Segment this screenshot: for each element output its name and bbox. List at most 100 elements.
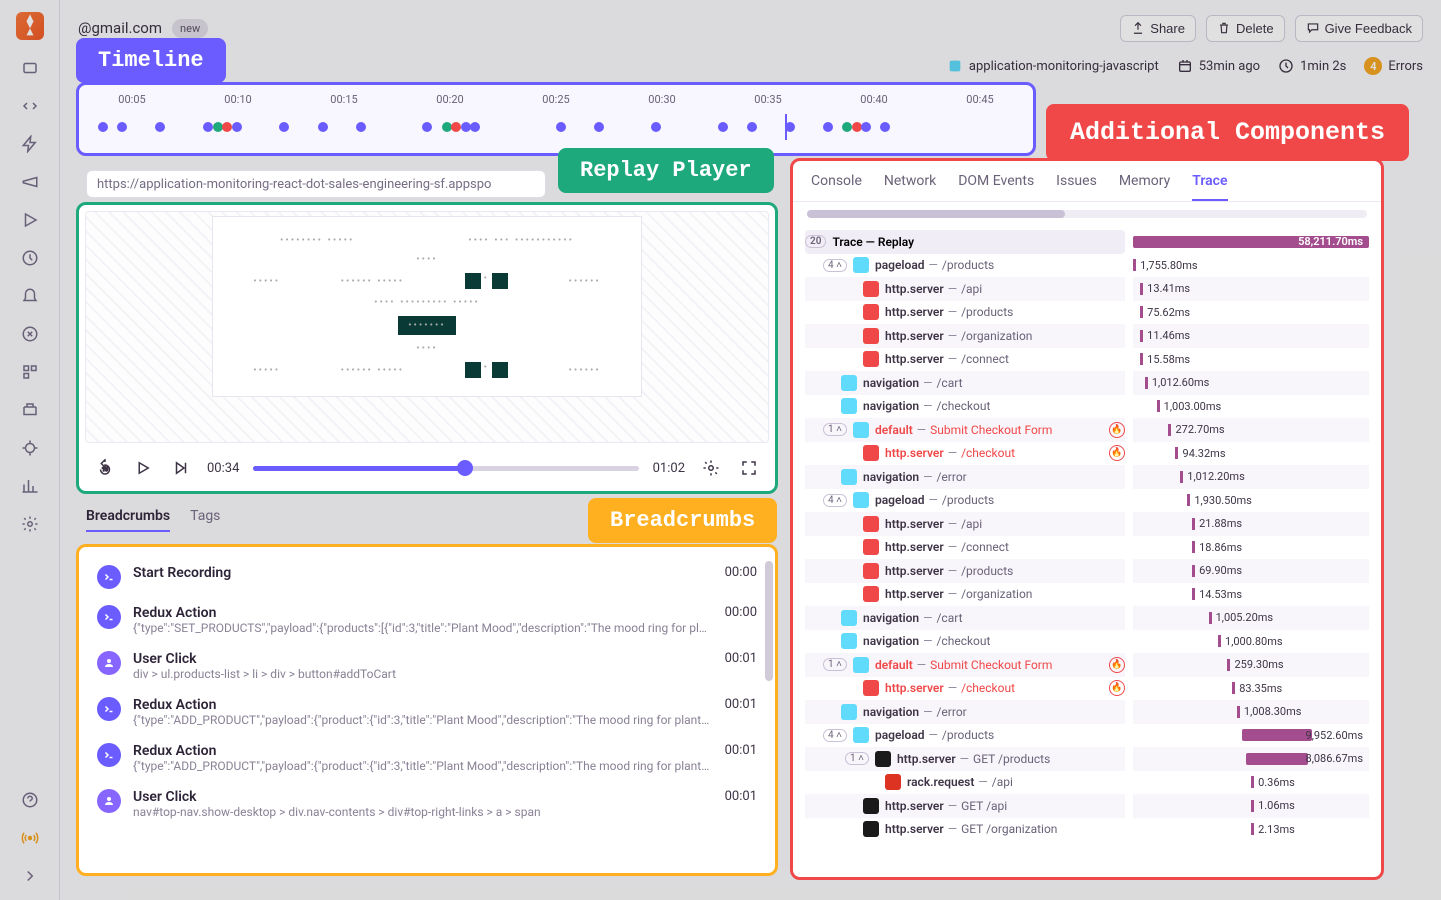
trace-row[interactable]: navigation—/cart [805, 371, 1125, 395]
trace-row[interactable]: http.server—/products [805, 559, 1125, 583]
timeline-event-dot[interactable] [222, 122, 232, 132]
share-button[interactable]: Share [1120, 15, 1196, 42]
trace-h-scroll[interactable] [807, 210, 1367, 218]
side-tab-memory[interactable]: Memory [1119, 173, 1170, 189]
delete-button[interactable]: Delete [1206, 15, 1285, 42]
trace-row[interactable]: http.server—/organization [805, 583, 1125, 607]
breadcrumb-row[interactable]: User Clickdiv > ul.products-list > li > … [91, 643, 763, 689]
trace-row[interactable]: navigation—/error [805, 465, 1125, 489]
breadcrumb-time: 00:00 [725, 605, 757, 635]
breadcrumb-row[interactable]: Start Recording00:00 [91, 557, 763, 597]
timeline-event-dot[interactable] [861, 122, 871, 132]
megaphone-icon[interactable] [20, 172, 40, 192]
timeline-event-dot[interactable] [461, 122, 471, 132]
player-settings-button[interactable] [699, 456, 723, 480]
timeline-event-dot[interactable] [98, 122, 108, 132]
rewind-10-button[interactable]: 10 [93, 456, 117, 480]
help-icon[interactable] [20, 790, 40, 810]
timeline-event-dot[interactable] [442, 122, 452, 132]
timeline-event-dot[interactable] [470, 122, 480, 132]
broadcast-icon[interactable] [20, 828, 40, 848]
side-tab-network[interactable]: Network [884, 173, 936, 189]
discover-icon[interactable] [20, 324, 40, 344]
timeline-event-dot[interactable] [842, 122, 852, 132]
trace-row[interactable]: 1 ˄default—Submit Checkout Form🔥 [805, 653, 1125, 677]
trace-row[interactable]: http.server—/organization [805, 324, 1125, 348]
trace-row[interactable]: http.server—GET /organization [805, 818, 1125, 842]
breadcrumb-row[interactable]: Redux Action{"type":"ADD_PRODUCT","paylo… [91, 689, 763, 735]
trace-row[interactable]: 1 ˄http.server—GET /products [805, 747, 1125, 771]
timeline-event-dot[interactable] [747, 122, 757, 132]
debug-icon[interactable] [20, 438, 40, 458]
timeline-event-dot[interactable] [117, 122, 127, 132]
side-tab-trace[interactable]: Trace [1192, 173, 1227, 201]
side-tab-console[interactable]: Console [811, 173, 862, 189]
side-tab-issues[interactable]: Issues [1056, 173, 1097, 189]
tab-tags[interactable]: Tags [190, 508, 220, 532]
timeline-event-dot[interactable] [785, 122, 795, 132]
timeline-event-dot[interactable] [318, 122, 328, 132]
projects-icon[interactable] [20, 58, 40, 78]
settings-icon[interactable] [20, 514, 40, 534]
trace-row[interactable]: 4 ˄pageload—/products [805, 489, 1125, 513]
trace-row[interactable]: navigation—/cart [805, 606, 1125, 630]
code-icon[interactable] [20, 96, 40, 116]
timeline-event-dot[interactable] [718, 122, 728, 132]
bolt-icon[interactable] [20, 134, 40, 154]
timeline-event-dot[interactable] [213, 122, 223, 132]
trace-row[interactable]: http.server—/checkout🔥 [805, 677, 1125, 701]
timeline-event-dot[interactable] [451, 122, 461, 132]
trace-row[interactable]: 1 ˄default—Submit Checkout Form🔥 [805, 418, 1125, 442]
trace-duration-bar: 1,012.20ms [1133, 465, 1369, 489]
trace-row[interactable]: http.server—/connect [805, 348, 1125, 372]
fullscreen-button[interactable] [737, 456, 761, 480]
timeline-event-dot[interactable] [203, 122, 213, 132]
feedback-button[interactable]: Give Feedback [1295, 15, 1423, 42]
trace-row[interactable]: http.server—/checkout🔥 [805, 442, 1125, 466]
releases-icon[interactable] [20, 400, 40, 420]
timeline-event-dot[interactable] [823, 122, 833, 132]
trace-row[interactable]: navigation—/checkout [805, 630, 1125, 654]
timeline-event-dot[interactable] [556, 122, 566, 132]
scrollbar[interactable] [765, 561, 773, 681]
breadcrumb-title: Redux Action [133, 743, 713, 759]
timeline-event-dot[interactable] [880, 122, 890, 132]
trace-row[interactable]: http.server—/connect [805, 536, 1125, 560]
trace-row[interactable]: 4 ˄pageload—/products [805, 254, 1125, 278]
breadcrumb-row[interactable]: User Clicknav#top-nav.show-desktop > div… [91, 781, 763, 827]
trace-header-bar: 58,211.70ms [1133, 230, 1369, 254]
timeline-event-dot[interactable] [852, 122, 862, 132]
app-logo[interactable] [16, 12, 44, 40]
breadcrumb-time: 00:01 [725, 743, 757, 773]
timeline-event-dot[interactable] [422, 122, 432, 132]
trace-row[interactable]: http.server—GET /api [805, 794, 1125, 818]
breadcrumb-row[interactable]: Redux Action{"type":"ADD_PRODUCT","paylo… [91, 735, 763, 781]
side-tab-dom-events[interactable]: DOM Events [958, 173, 1034, 189]
timeline-event-dot[interactable] [594, 122, 604, 132]
breadcrumb-row[interactable]: Redux Action{"type":"SET_PRODUCTS","payl… [91, 597, 763, 643]
alert-icon[interactable] [20, 286, 40, 306]
tab-breadcrumbs[interactable]: Breadcrumbs [86, 508, 170, 532]
play-button[interactable] [131, 456, 155, 480]
timeline-event-dot[interactable] [651, 122, 661, 132]
trace-duration-bar: 259.30ms [1133, 653, 1369, 677]
trace-row[interactable]: http.server—/api [805, 512, 1125, 536]
trace-row[interactable]: navigation—/error [805, 700, 1125, 724]
collapse-icon[interactable] [20, 866, 40, 886]
fire-icon: 🔥 [1109, 445, 1125, 461]
trace-row[interactable]: navigation—/checkout [805, 395, 1125, 419]
dashboards-icon[interactable] [20, 362, 40, 382]
timeline-event-dot[interactable] [356, 122, 366, 132]
timeline-event-dot[interactable] [155, 122, 165, 132]
clock-icon[interactable] [20, 248, 40, 268]
stats-icon[interactable] [20, 476, 40, 496]
timeline-event-dot[interactable] [232, 122, 242, 132]
trace-row[interactable]: http.server—/api [805, 277, 1125, 301]
trace-row[interactable]: 4 ˄pageload—/products [805, 724, 1125, 748]
next-button[interactable] [169, 456, 193, 480]
trace-row[interactable]: rack.request—/api [805, 771, 1125, 795]
timeline-event-dot[interactable] [279, 122, 289, 132]
seek-bar[interactable] [253, 466, 638, 471]
trace-row[interactable]: http.server—/products [805, 301, 1125, 325]
play-icon[interactable] [20, 210, 40, 230]
